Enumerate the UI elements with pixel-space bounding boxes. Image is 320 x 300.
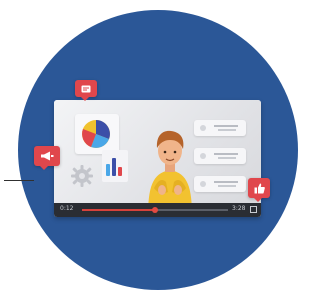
megaphone-bubble (34, 146, 60, 170)
pie-chart-icon (82, 120, 110, 148)
seek-progress (82, 209, 155, 211)
megaphone-icon (41, 151, 54, 161)
player-controls: 0:12 3:28 (54, 203, 261, 217)
video-player-screen[interactable]: 0:12 3:28 (54, 100, 261, 217)
thumbs-up-icon (254, 183, 265, 193)
elapsed-time: 0:12 (60, 205, 74, 212)
seek-handle[interactable] (152, 207, 158, 213)
like-bubble (248, 178, 270, 202)
fullscreen-icon[interactable] (250, 206, 257, 213)
gear-icon (71, 165, 93, 187)
info-panel (194, 176, 246, 192)
pointer-line (4, 180, 34, 181)
illustration: 0:12 3:28 (0, 0, 298, 300)
info-panel (194, 120, 246, 136)
message-bubble (75, 80, 97, 101)
duration-time: 3:28 (232, 205, 246, 212)
bar-chart-icon (102, 150, 128, 182)
message-icon (81, 85, 91, 92)
info-panel (194, 148, 246, 164)
